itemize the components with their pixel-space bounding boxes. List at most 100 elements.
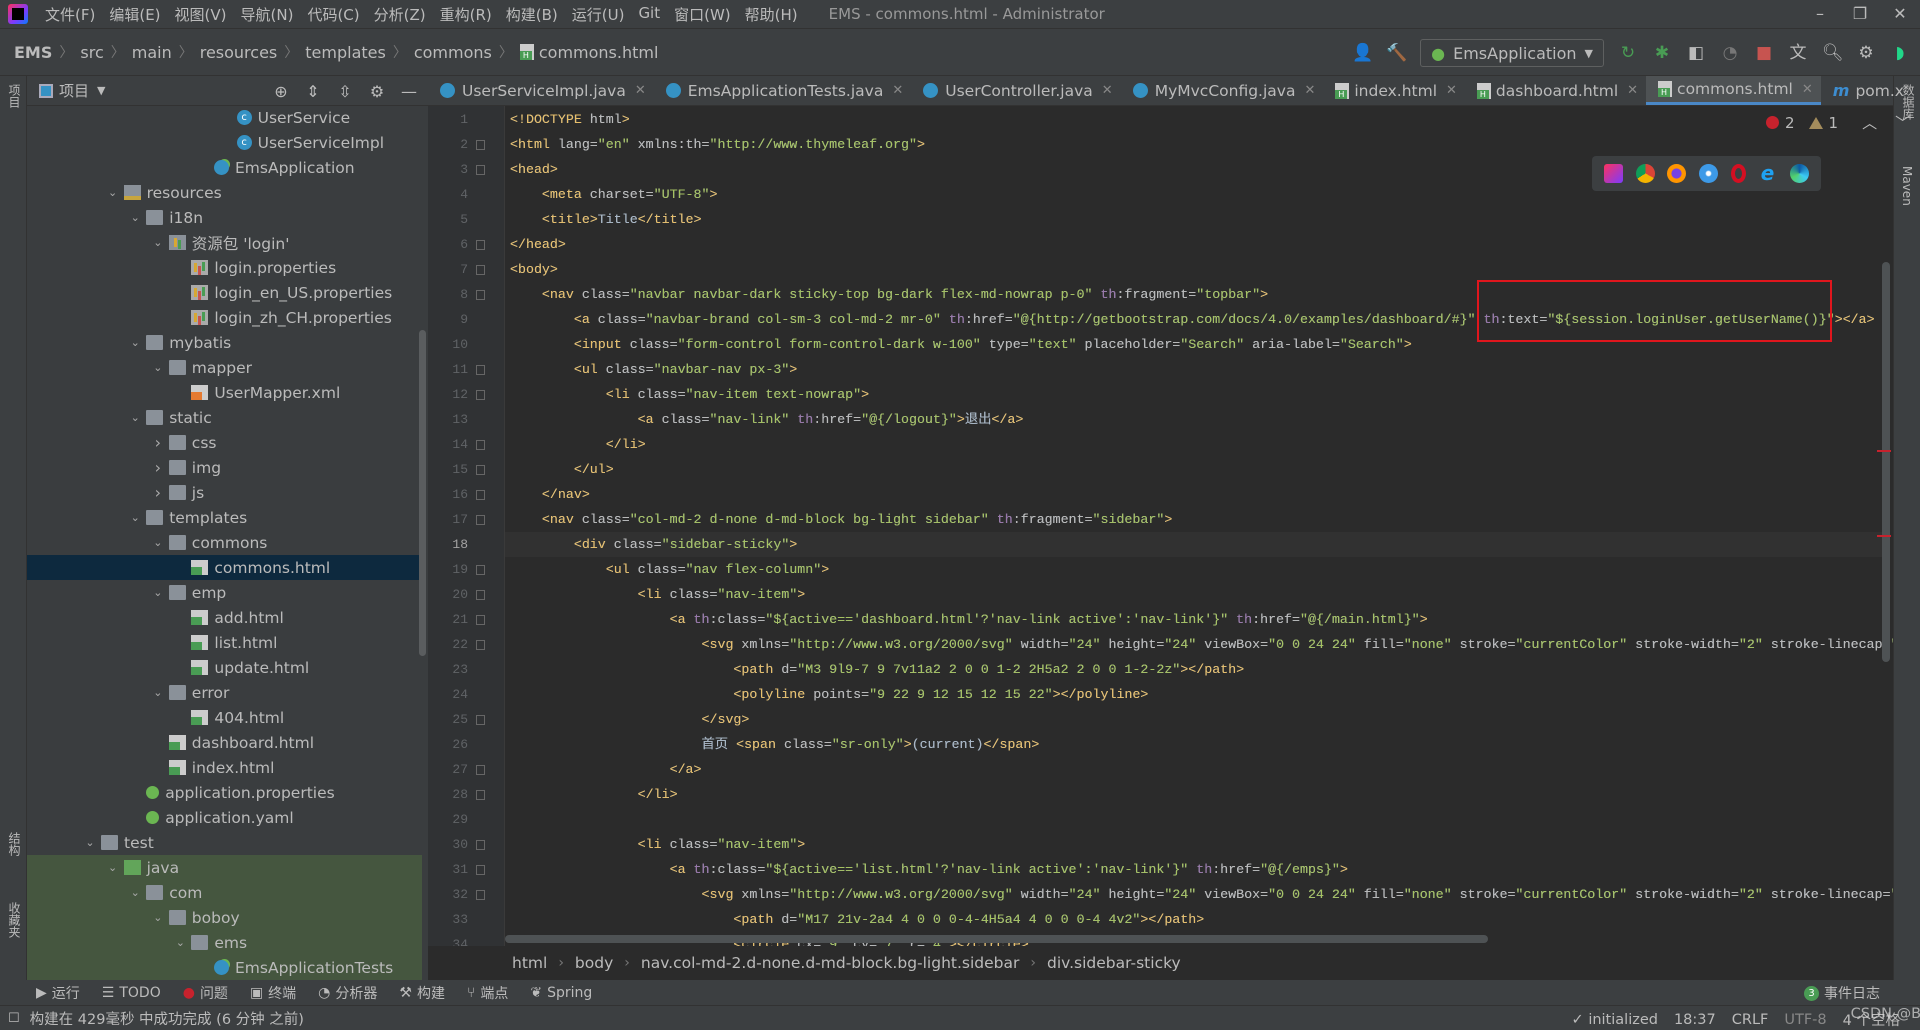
breadcrumb-item[interactable]: templates (305, 43, 386, 62)
tool-window-spring[interactable]: ❦ Spring (530, 983, 592, 1003)
error-stripe-marker[interactable] (1877, 450, 1891, 452)
maven-tool-button[interactable]: Maven (1900, 166, 1914, 206)
fold-marker-icon[interactable] (476, 840, 485, 850)
code-line[interactable]: <nav class="navbar navbar-dark sticky-to… (510, 282, 1268, 307)
hide-icon[interactable]: — (400, 82, 418, 101)
editor-tab[interactable]: UserController.java ✕ (911, 76, 1120, 105)
code-line[interactable]: <html lang="en" xmlns:th="http://www.thy… (510, 132, 925, 157)
favorites-tool-button[interactable]: 收藏夹 (6, 902, 23, 938)
user-icon[interactable]: 👤 (1352, 43, 1373, 63)
fold-marker-icon[interactable] (476, 515, 485, 525)
caret-position[interactable]: 18:37 (1674, 1012, 1716, 1028)
collapse-all-icon[interactable]: ⇳ (336, 82, 354, 101)
fold-marker-icon[interactable] (476, 140, 485, 150)
tree-item[interactable]: 404.html (27, 705, 422, 730)
editor-tab[interactable]: MyMvcConfig.java ✕ (1121, 76, 1324, 105)
tree-item[interactable]: ⌄ static (27, 405, 422, 430)
tree-item[interactable]: update.html (27, 655, 422, 680)
tree-item[interactable]: list.html (27, 630, 422, 655)
tool-window-todo[interactable]: ☰ TODO (102, 983, 161, 1003)
menu-item[interactable]: 帮助(H) (738, 4, 805, 25)
code-line[interactable]: </li> (510, 432, 646, 457)
chevron-down-icon[interactable]: ⌄ (124, 886, 146, 899)
tree-item[interactable]: ⌄ java (27, 855, 422, 880)
menu-item[interactable]: 编辑(E) (102, 4, 167, 25)
tree-item[interactable]: EmsApplicationTests (27, 955, 422, 980)
breadcrumb-item[interactable]: commons (414, 43, 492, 62)
chevron-down-icon[interactable]: ⌄ (169, 936, 191, 949)
tree-item[interactable]: c UserService (27, 105, 422, 130)
chevron-down-icon[interactable]: ⌄ (147, 361, 169, 374)
code-line[interactable]: <a th:class="${active=='list.html'?'nav-… (510, 857, 1348, 882)
tree-item[interactable]: ⌄ 资源包 'login' (27, 230, 422, 255)
chevron-down-icon[interactable]: ⌄ (79, 836, 101, 849)
opera-icon[interactable] (1730, 164, 1746, 183)
code-line[interactable]: <polyline points="9 22 9 12 15 12 15 22"… (510, 682, 1148, 707)
code-line[interactable]: <input class="form-control form-control-… (510, 332, 1412, 357)
chevron-down-icon[interactable]: ⌄ (147, 536, 169, 549)
code-line[interactable]: <ul class="navbar-nav px-3"> (510, 357, 797, 382)
fold-marker-icon[interactable] (476, 615, 485, 625)
chevron-right-icon[interactable]: › (147, 483, 169, 502)
menu-item[interactable]: 分析(Z) (367, 4, 433, 25)
coverage-icon[interactable]: ◧ (1686, 43, 1706, 63)
tree-item[interactable]: login.properties (27, 255, 422, 280)
chevron-down-icon[interactable]: ⌄ (124, 511, 146, 524)
tree-item[interactable]: EmsApplication (27, 155, 422, 180)
tree-item[interactable]: UserMapper.xml (27, 380, 422, 405)
fold-marker-icon[interactable] (476, 765, 485, 775)
breadcrumb-item[interactable]: resources (200, 43, 278, 62)
tree-item[interactable]: ⌄ i18n (27, 205, 422, 230)
code-line[interactable]: <path d="M17 21v-2a4 4 0 0 0-4-4H5a4 4 0… (510, 907, 1204, 932)
menu-item[interactable]: 窗口(W) (667, 4, 738, 25)
code-line[interactable]: <a th:class="${active=='dashboard.html'?… (510, 607, 1428, 632)
fold-marker-icon[interactable] (476, 640, 485, 650)
tool-window-build[interactable]: ⚒ 构建 (399, 983, 445, 1003)
editor-breadcrumb-item[interactable]: nav.col-md-2.d-none.d-md-block.bg-light.… (641, 954, 1020, 972)
code-line[interactable]: <head> (510, 157, 558, 182)
code-line[interactable]: <li class="nav-item"> (510, 832, 806, 857)
menu-item[interactable]: 重构(R) (433, 4, 499, 25)
editor-tab[interactable]: EmsApplicationTests.java ✕ (654, 76, 911, 105)
chevron-down-icon[interactable]: ﹀ (1895, 112, 1910, 133)
editor-tab[interactable]: UserServiceImpl.java ✕ (428, 76, 654, 105)
breadcrumb-item[interactable]: main (132, 43, 172, 62)
chevron-down-icon[interactable]: ⌄ (124, 411, 146, 424)
code-line[interactable]: <li class="nav-item"> (510, 582, 806, 607)
initialized-status[interactable]: ✓ initialized (1572, 1012, 1658, 1028)
chevron-down-icon[interactable]: ⌄ (102, 186, 124, 199)
line-separator[interactable]: CRLF (1732, 1012, 1769, 1028)
code-line[interactable]: <!DOCTYPE html> (510, 107, 630, 132)
code-line[interactable]: <svg xmlns="http://www.w3.org/2000/svg" … (510, 882, 1894, 907)
fold-marker-icon[interactable] (476, 365, 485, 375)
tree-item[interactable]: dashboard.html (27, 730, 422, 755)
tree-item[interactable]: login_en_US.properties (27, 280, 422, 305)
tree-item[interactable]: ⌄ boboy (27, 905, 422, 930)
editor-tab[interactable]: commons.html ✕ (1646, 76, 1821, 105)
code-line[interactable]: 首页 <span class="sr-only">(current)</span… (510, 732, 1040, 757)
fold-marker-icon[interactable] (476, 265, 485, 275)
menu-item[interactable]: 视图(V) (168, 4, 234, 25)
fold-marker-icon[interactable] (476, 490, 485, 500)
intellij-preview-icon[interactable] (1604, 164, 1624, 183)
menu-item[interactable]: 构建(B) (499, 4, 565, 25)
fold-marker-icon[interactable] (476, 165, 485, 175)
code-line[interactable]: </ul> (510, 457, 614, 482)
breadcrumb-item[interactable]: src (80, 43, 103, 62)
menu-item[interactable]: 文件(F) (38, 4, 102, 25)
menu-item[interactable]: 导航(N) (234, 4, 301, 25)
chevron-down-icon[interactable]: ⌄ (147, 236, 169, 249)
tool-window-endpoints[interactable]: ⑂ 端点 (467, 983, 508, 1003)
close-icon[interactable]: ✕ (1446, 83, 1457, 98)
fold-marker-icon[interactable] (476, 290, 485, 300)
project-view-select[interactable]: 项目 (59, 80, 89, 101)
stop-icon[interactable]: ■ (1754, 43, 1774, 63)
fold-marker-icon[interactable] (476, 440, 485, 450)
fold-marker-icon[interactable] (476, 240, 485, 250)
tree-item[interactable]: index.html (27, 755, 422, 780)
close-icon[interactable]: ✕ (1802, 82, 1813, 97)
close-icon[interactable]: ✕ (1304, 83, 1315, 98)
fold-marker-icon[interactable] (476, 390, 485, 400)
event-log-button[interactable]: 3 事件日志 (1804, 983, 1880, 1003)
tree-item[interactable]: › css (27, 430, 422, 455)
